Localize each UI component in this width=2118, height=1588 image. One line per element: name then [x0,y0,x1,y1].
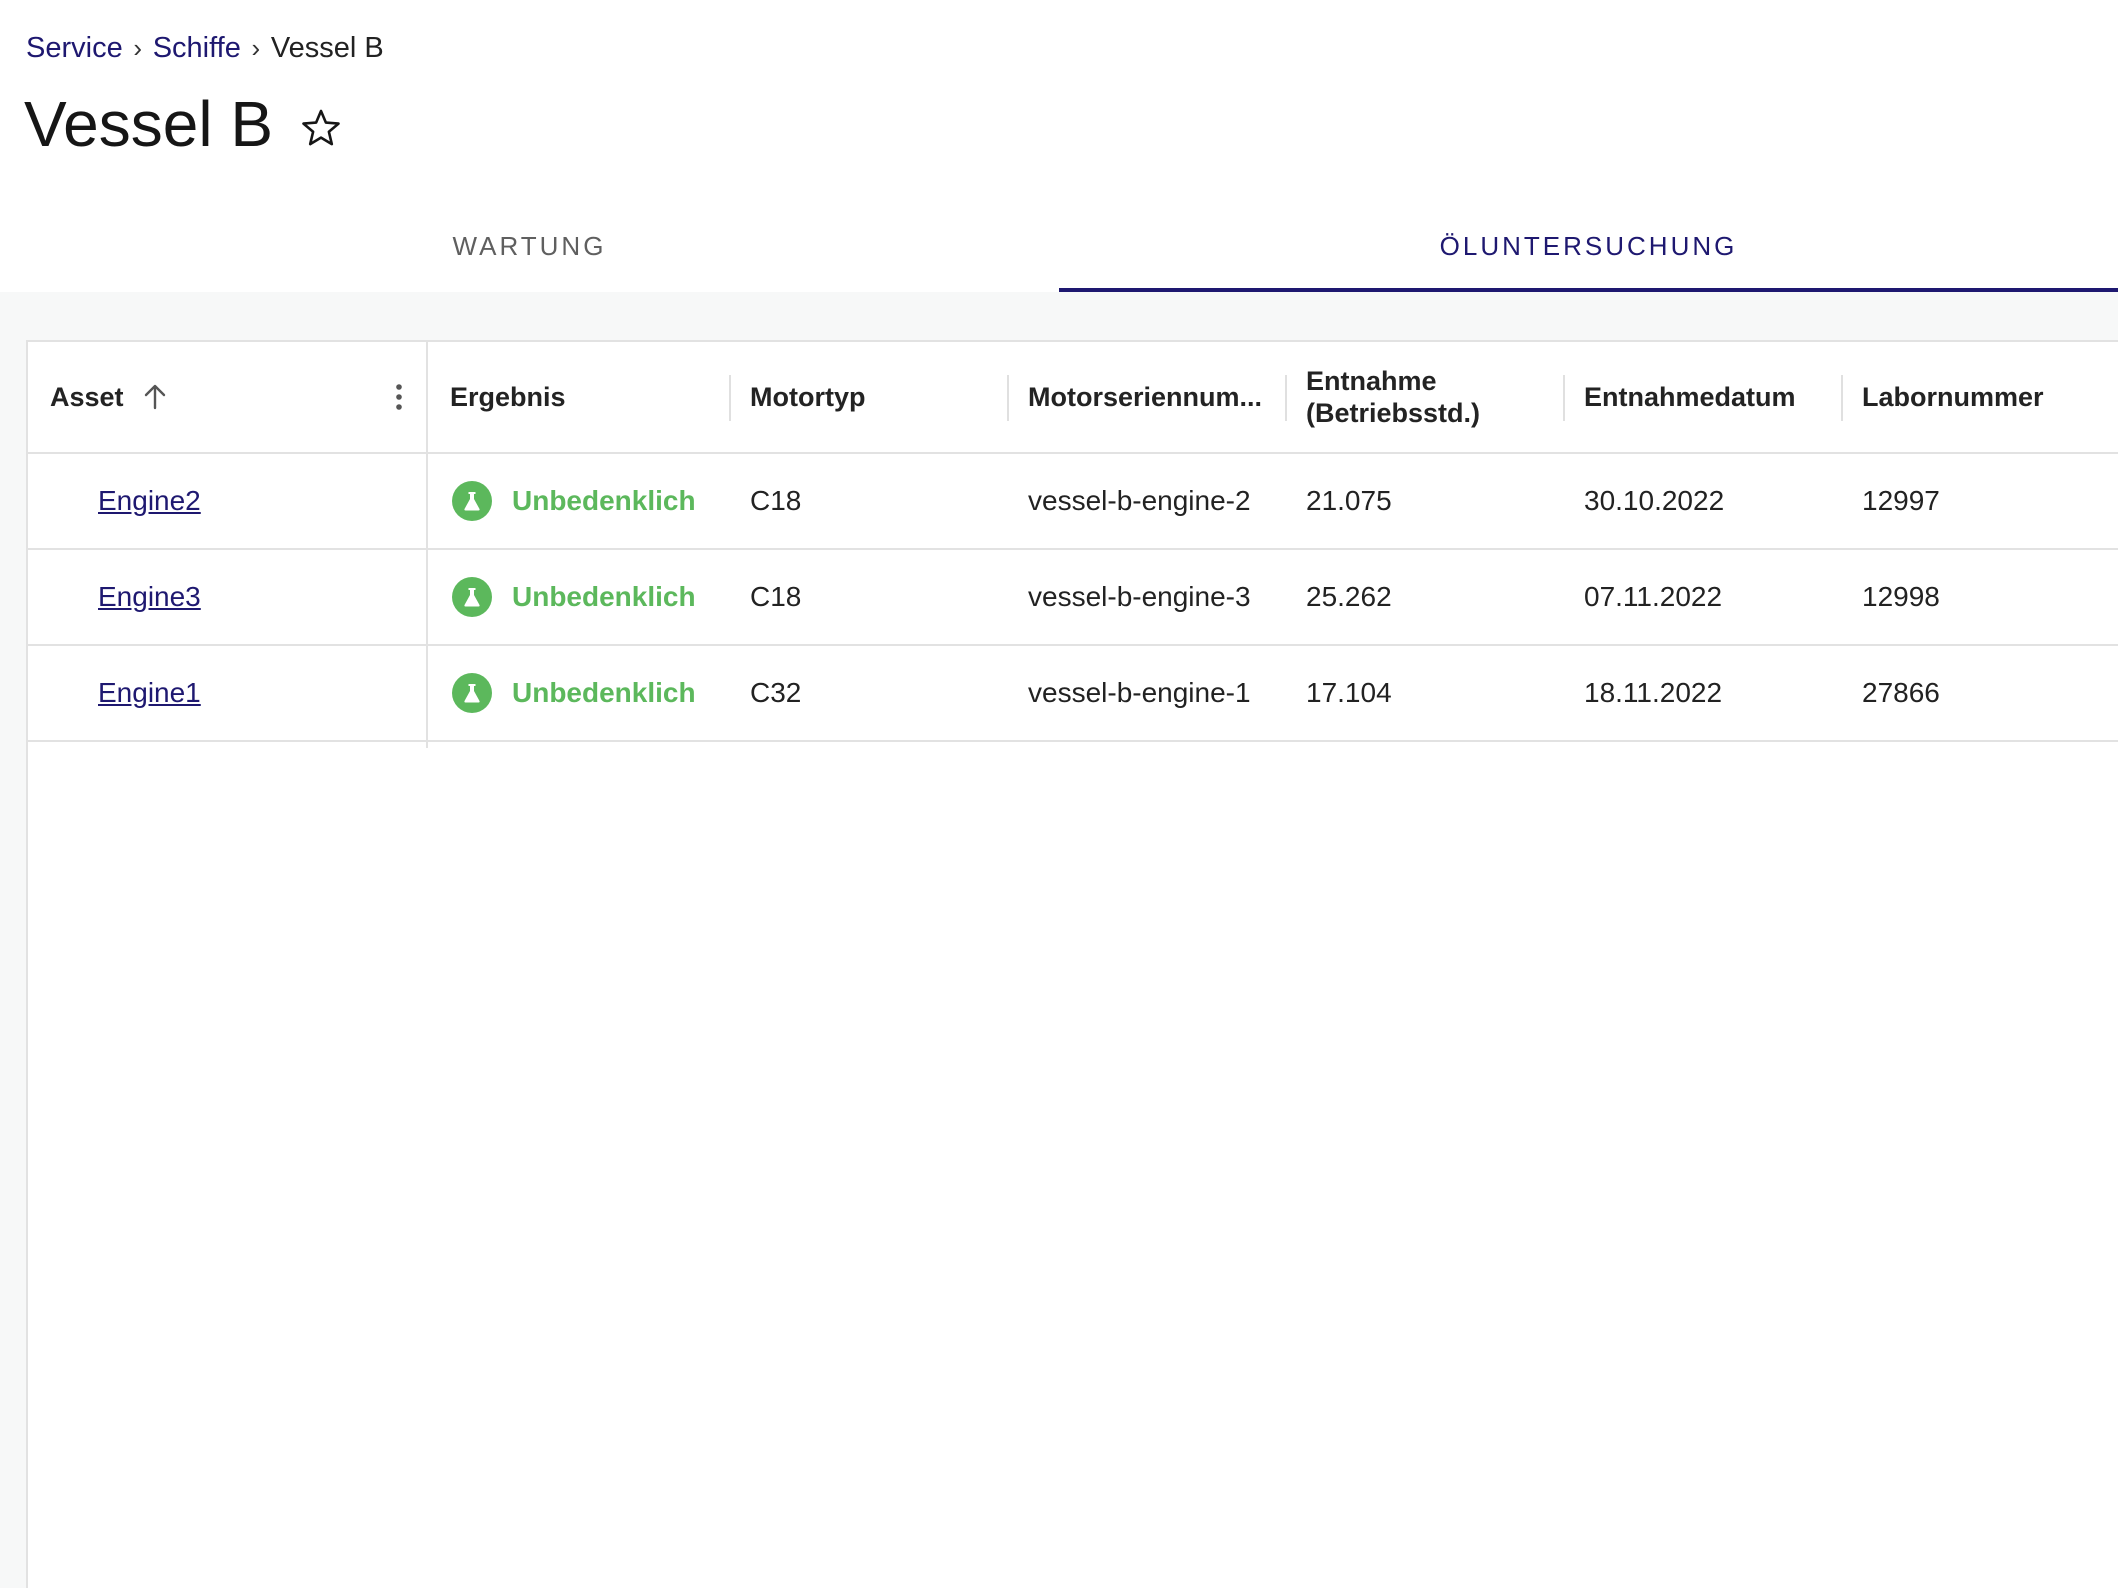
star-outline-icon[interactable] [301,108,341,148]
column-header-asset[interactable]: Asset [50,342,380,452]
column-header-label: Entnahmedatum [1584,381,1796,412]
asset-link[interactable]: Engine1 [98,677,201,709]
column-header-entnahme[interactable]: Entnahme (Betriebsstd.) [1306,342,1536,452]
motortyp-cell: C18 [750,485,802,516]
title-row: Vessel B [24,84,341,164]
entnahmedatum-cell: 07.11.2022 [1584,581,1723,612]
column-header-motortyp[interactable]: Motortyp [750,342,1010,452]
entnahmedatum-cell: 18.11.2022 [1584,677,1723,708]
oil-analysis-table: Asset Ergebnis Motortyp Motorseriennum..… [26,340,2118,1588]
asset-link[interactable]: Engine3 [98,581,201,613]
tab-oeluntersuchung[interactable]: ÖLUNTERSUCHUNG [1059,200,2118,292]
more-vert-icon[interactable] [384,382,414,412]
result-cell: Unbedenklich [452,454,696,548]
serial-number-cell: vessel-b-engine-2 [1028,485,1251,516]
motortyp-cell: C18 [750,581,802,612]
column-header-label: Labornummer [1862,381,2044,412]
breadcrumb-item-schiffe[interactable]: Schiffe [153,28,241,68]
table-row[interactable]: Engine1 Unbedenklich C32 vessel-b-engine… [28,646,2118,742]
table-row[interactable]: Engine3 Unbedenklich C18 vessel-b-engine… [28,550,2118,646]
flask-icon [452,673,492,713]
column-header-label: Ergebnis [450,381,566,412]
labornummer-cell: 27866 [1862,677,1940,708]
table-header-row: Asset Ergebnis Motortyp Motorseriennum..… [28,342,2118,454]
column-separator[interactable] [1563,375,1565,421]
asset-cell: Engine3 [98,550,201,644]
entnahme-cell: 25.262 [1306,581,1392,612]
flask-icon [452,577,492,617]
result-text: Unbedenklich [512,581,696,612]
entnahme-cell: 17.104 [1306,677,1392,708]
asset-link[interactable]: Engine2 [98,485,201,517]
motortyp-cell: C32 [750,677,802,708]
column-separator[interactable] [1841,375,1843,421]
asset-cell: Engine1 [98,646,201,740]
tab-bar: WARTUNG ÖLUNTERSUCHUNG [0,200,2118,292]
column-header-ergebnis[interactable]: Ergebnis [450,342,740,452]
column-separator[interactable] [729,375,731,421]
serial-number-cell: vessel-b-engine-1 [1028,677,1251,708]
result-cell: Unbedenklich [452,646,696,740]
page-title: Vessel B [24,88,274,160]
column-header-label: Entnahme (Betriebsstd.) [1306,366,1481,428]
active-tab-indicator [1059,288,2118,292]
table-row[interactable]: Engine2 Unbedenklich C18 vessel-b-engine… [28,454,2118,550]
tab-label: ÖLUNTERSUCHUNG [1439,230,1738,261]
column-header-motorseriennummer[interactable]: Motorseriennum... [1028,342,1290,452]
asset-cell: Engine2 [98,454,201,548]
result-text: Unbedenklich [512,485,696,516]
result-cell: Unbedenklich [452,550,696,644]
breadcrumb-current: Vessel B [270,32,384,64]
serial-number-cell: vessel-b-engine-3 [1028,581,1251,612]
page-header: Service › Schiffe › Vessel B Vessel B WA… [0,0,2118,292]
labornummer-cell: 12998 [1862,581,1940,612]
status-badge: Unbedenklich [452,481,696,521]
column-header-label: Motortyp [750,381,866,412]
column-header-label: Motorseriennum... [1028,381,1263,412]
flask-icon [452,481,492,521]
tab-label: WARTUNG [452,230,607,261]
column-header-entnahmedatum[interactable]: Entnahmedatum [1584,342,1846,452]
column-header-label: Asset [50,381,124,412]
labornummer-cell: 12997 [1862,485,1940,516]
breadcrumb-item-service[interactable]: Service [26,28,123,68]
entnahmedatum-cell: 30.10.2022 [1584,485,1725,516]
chevron-right-icon: › [251,33,261,63]
column-separator[interactable] [1285,375,1287,421]
status-badge: Unbedenklich [452,577,696,617]
column-separator[interactable] [1007,375,1009,421]
result-text: Unbedenklich [512,677,696,708]
breadcrumb: Service › Schiffe › Vessel B [26,28,384,68]
status-badge: Unbedenklich [452,673,696,713]
chevron-right-icon: › [133,33,143,63]
entnahme-cell: 21.075 [1306,485,1392,516]
tab-wartung[interactable]: WARTUNG [0,200,1059,292]
arrow-up-icon[interactable] [140,382,170,412]
column-header-labornummer[interactable]: Labornummer [1862,342,2118,452]
